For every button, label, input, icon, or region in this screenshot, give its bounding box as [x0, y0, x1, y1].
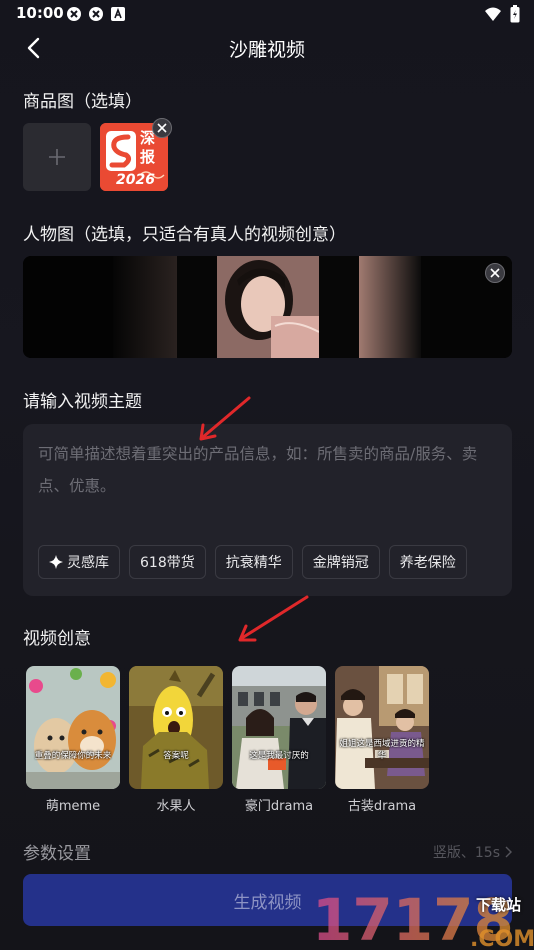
topic-chip[interactable]: 养老保险: [388, 545, 467, 579]
font-notification-icon: [111, 7, 125, 21]
video-topic-label: 请输入视频主题: [23, 392, 142, 412]
idea-label: 水果人: [156, 799, 196, 814]
idea-caption: 重叠的保障你的未来: [34, 751, 112, 761]
plus-icon: [49, 149, 65, 165]
close-icon: [490, 268, 500, 278]
app-notification-icon: [89, 7, 103, 21]
watermark-domain-text: .COM: [470, 927, 534, 950]
parameter-settings-label: 参数设置: [23, 844, 91, 864]
idea-card-rich-drama[interactable]: 这是我最讨厌的 豪门drama: [232, 666, 326, 814]
parameter-settings-value: 竖版、15s: [432, 845, 500, 861]
person-image-strip[interactable]: [23, 256, 512, 358]
video-ideas-row: 重叠的保障你的未来 萌meme 答案呢 水果人 这是我最讨厌的 豪门drama …: [26, 666, 429, 814]
chip-label: 金牌销冠: [312, 555, 369, 571]
topic-chip[interactable]: 抗衰精华: [214, 545, 293, 579]
system-icons: [484, 5, 520, 23]
parameter-settings-button[interactable]: 竖版、15s: [433, 842, 512, 862]
idea-card-meme[interactable]: 重叠的保障你的未来 萌meme: [26, 666, 120, 814]
chevron-right-icon: [505, 846, 512, 858]
chip-label: 618带货: [140, 555, 195, 571]
status-bar: 10:00: [0, 0, 534, 28]
product-logo-year: 2026: [116, 172, 155, 188]
annotation-arrow: [199, 396, 251, 441]
status-time: 10:00: [16, 4, 64, 22]
costume-drama-image: [335, 666, 429, 789]
remove-product-image-button[interactable]: [152, 118, 172, 138]
page-title: 沙雕视频: [228, 39, 305, 61]
person-image-label: 人物图（选填，只适合有真人的视频创意）: [23, 225, 346, 245]
product-image-label: 商品图（选填）: [23, 92, 142, 112]
idea-label: 豪门drama: [244, 799, 314, 814]
chip-label: 养老保险: [399, 555, 456, 571]
idea-card-costume-drama[interactable]: 姐姐这是西域进贡的精华 古装drama: [335, 666, 429, 814]
idea-thumbnail: 姐姐这是西域进贡的精华: [335, 666, 429, 789]
notification-icons: [66, 6, 126, 22]
topic-chip-row: 灵感库 618带货 抗衰精华 金牌销冠 养老保险: [38, 545, 467, 579]
close-icon: [157, 123, 167, 133]
idea-caption: 姐姐这是西域进贡的精华: [339, 739, 425, 761]
site-watermark: 17178 .COM 下载站: [312, 886, 534, 950]
generate-video-label: 生成视频: [233, 892, 302, 913]
idea-thumbnail: 重叠的保障你的未来: [26, 666, 120, 789]
idea-thumbnail: 答案呢: [129, 666, 223, 789]
idea-label: 古装drama: [347, 799, 417, 814]
inspiration-library-chip[interactable]: 灵感库: [38, 545, 120, 579]
rich-drama-image: [232, 666, 326, 789]
watermark-sub-text: 下载站: [476, 896, 522, 914]
video-topic-box: 灵感库 618带货 抗衰精华 金牌销冠 养老保险: [23, 424, 512, 596]
topic-chip[interactable]: 金牌销冠: [301, 545, 380, 579]
meme-dogs-image: [26, 666, 120, 789]
chip-label: 灵感库: [67, 555, 109, 571]
fruit-man-image: [129, 666, 223, 789]
idea-thumbnail: 这是我最讨厌的: [232, 666, 326, 789]
idea-caption: 答案呢: [163, 751, 189, 761]
sparkle-icon: [49, 555, 63, 569]
idea-label: 萌meme: [45, 799, 101, 814]
idea-card-fruit-man[interactable]: 答案呢 水果人: [129, 666, 223, 814]
topic-chip[interactable]: 618带货: [129, 545, 206, 579]
nav-bar: 沙雕视频: [0, 28, 534, 68]
idea-caption: 这是我最讨厌的: [249, 751, 309, 761]
app-notification-icon: [67, 7, 81, 21]
remove-person-image-button[interactable]: [485, 263, 505, 283]
wifi-icon: [485, 7, 501, 21]
battery-icon: [510, 5, 520, 23]
add-product-image-button[interactable]: [23, 123, 91, 191]
video-ideas-label: 视频创意: [23, 629, 91, 649]
annotation-arrow: [238, 595, 309, 642]
chip-label: 抗衰精华: [225, 555, 282, 571]
video-topic-input[interactable]: [38, 438, 498, 518]
person-photo: [23, 256, 512, 358]
